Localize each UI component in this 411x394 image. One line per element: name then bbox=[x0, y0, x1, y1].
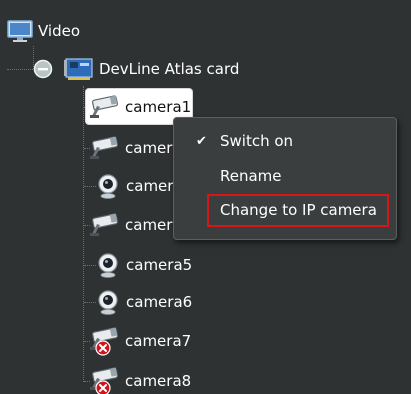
tree-node-camera3[interactable]: camera3 bbox=[95, 167, 174, 205]
camera-cctv-icon bbox=[88, 366, 122, 394]
tree-node-label: camera8 bbox=[125, 372, 192, 390]
camera-cctv-icon bbox=[88, 94, 122, 120]
tree-node-camera8[interactable]: camera8 bbox=[88, 362, 208, 394]
camera-cctv-icon bbox=[88, 326, 122, 356]
tree-node-camera5[interactable]: camera5 bbox=[95, 246, 215, 284]
check-icon: ✔ bbox=[196, 133, 207, 149]
tree-node-camera6[interactable]: camera6 bbox=[95, 283, 215, 321]
camera-webcam-icon bbox=[95, 289, 121, 315]
tree-node-label: DevLine Atlas card bbox=[99, 60, 240, 78]
camera-cctv-icon bbox=[88, 135, 122, 161]
device-tree-panel: Video DevLine Atlas card camera1 camer c… bbox=[0, 0, 411, 394]
camera-cctv-icon bbox=[88, 212, 122, 238]
context-menu: ✔ Switch on Rename Change to IP camera bbox=[173, 117, 397, 240]
menu-item-switch-on[interactable]: ✔ Switch on bbox=[174, 126, 396, 156]
tree-node-label: camera2 bbox=[125, 139, 173, 157]
menu-item-change-to-ip-camera[interactable]: Change to IP camera bbox=[174, 195, 396, 225]
tree-node-label: camera5 bbox=[126, 256, 193, 274]
tree-node-label: Video bbox=[38, 22, 81, 40]
tree-line-card-vertical bbox=[83, 86, 84, 382]
camera-webcam-icon bbox=[95, 173, 121, 199]
error-icon bbox=[95, 380, 111, 394]
error-icon bbox=[95, 340, 111, 360]
monitor-icon bbox=[6, 19, 34, 43]
tree-node-video[interactable]: Video bbox=[6, 12, 126, 50]
tree-node-label: camera4 bbox=[125, 216, 173, 234]
menu-item-rename[interactable]: Rename bbox=[174, 161, 396, 191]
capture-card-icon bbox=[63, 57, 97, 81]
tree-node-camera2[interactable]: camera2 bbox=[88, 129, 174, 167]
menu-item-label: Change to IP camera bbox=[220, 201, 377, 219]
tree-node-label: camera6 bbox=[126, 293, 193, 311]
tree-node-label: camera1 bbox=[125, 97, 192, 116]
menu-item-label: Rename bbox=[220, 167, 282, 185]
tree-node-label: camera7 bbox=[125, 332, 192, 350]
tree-line-card-connector bbox=[7, 69, 33, 70]
menu-item-label: Switch on bbox=[220, 132, 294, 150]
tree-node-label: camera3 bbox=[126, 177, 174, 195]
tree-node-card[interactable]: DevLine Atlas card bbox=[33, 50, 263, 88]
tree-node-camera7[interactable]: camera7 bbox=[88, 322, 208, 360]
camera-webcam-icon bbox=[95, 252, 121, 278]
collapse-toggle-icon[interactable] bbox=[33, 59, 53, 79]
tree-node-camera4[interactable]: camera4 bbox=[88, 206, 174, 244]
